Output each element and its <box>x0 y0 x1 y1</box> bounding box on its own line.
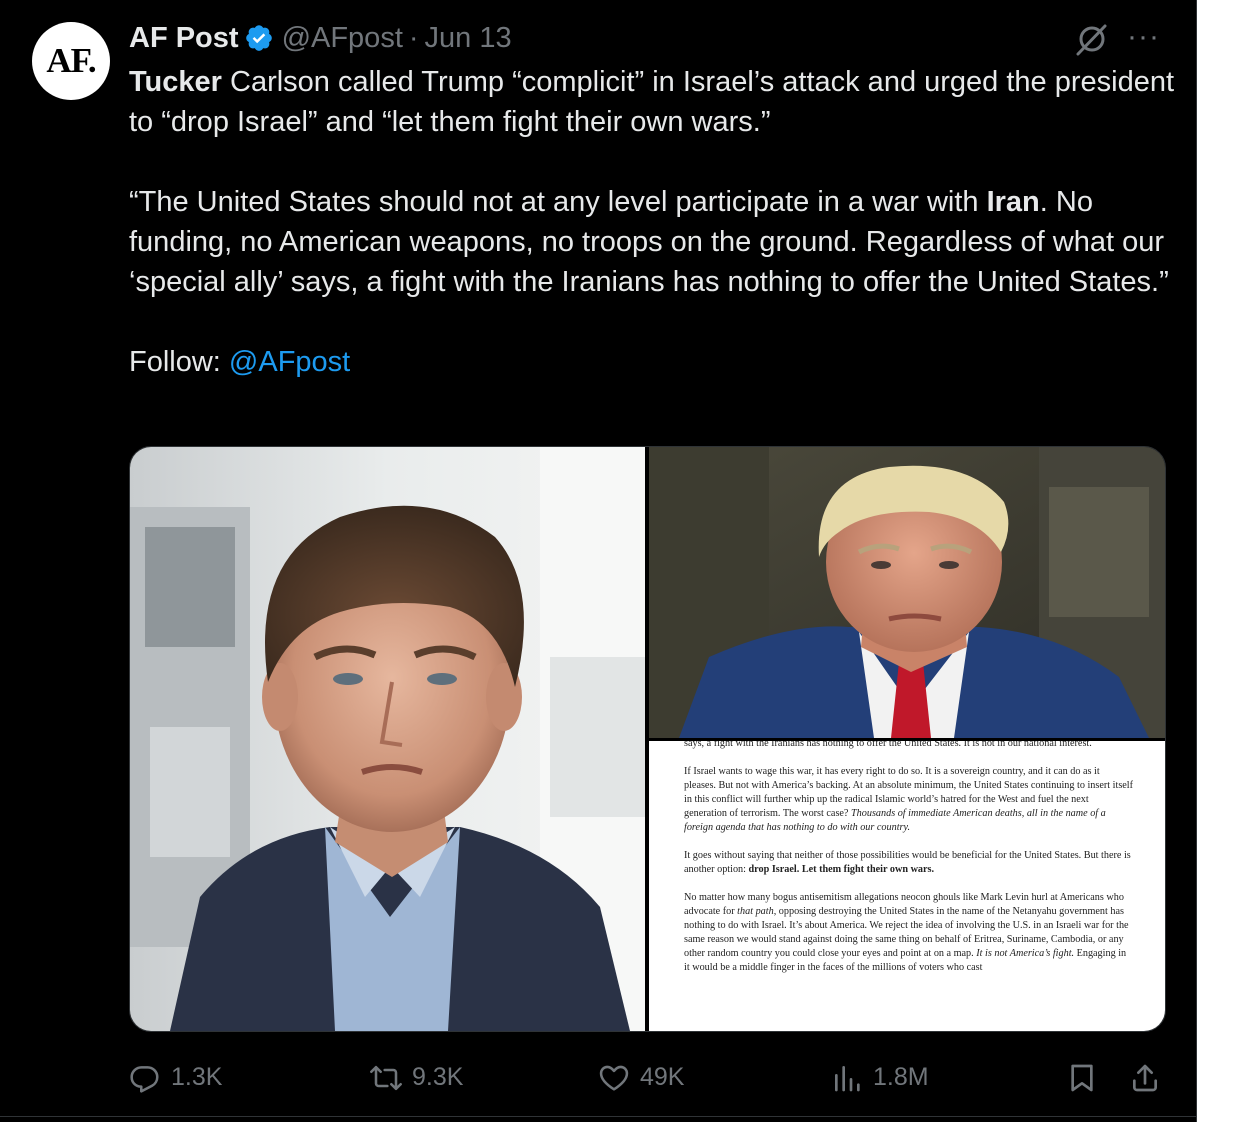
paragraph-2-start: “The United States should not at any lev… <box>129 186 987 218</box>
tweet-header: AF Post @AFpost · Jun 13 <box>129 18 512 58</box>
doc-p4-italic-2: It is not America’s fight. <box>976 948 1075 959</box>
tweet-follow-line: Follow: @AFpost <box>129 342 1179 382</box>
views-button[interactable]: 1.8M <box>831 1055 929 1100</box>
tweet-paragraph-1: Tucker Carlson called Trump “complicit” … <box>129 62 1179 142</box>
doc-paragraph-2: If Israel wants to wage this war, it has… <box>684 765 1134 835</box>
media-grid[interactable]: says, a fight with the Iranians has noth… <box>129 446 1166 1032</box>
bold-word-iran: Iran <box>986 186 1040 218</box>
verified-badge-icon[interactable] <box>244 23 274 53</box>
view-count: 1.8M <box>873 1063 929 1091</box>
doc-paragraph-3-bold: drop Israel. Let them fight their own wa… <box>748 864 935 875</box>
doc-paragraph-3: It goes without saying that neither of t… <box>684 849 1134 877</box>
author-name[interactable]: AF Post <box>129 22 239 55</box>
separator-dot: · <box>408 21 419 54</box>
like-button[interactable]: 49K <box>598 1055 684 1100</box>
follow-label: Follow: <box>129 346 229 378</box>
document-text: says, a fight with the Iranians has noth… <box>684 741 1134 989</box>
repost-button[interactable]: 9.3K <box>370 1055 463 1100</box>
reply-button[interactable]: 1.3K <box>129 1055 222 1100</box>
like-count: 49K <box>640 1063 685 1091</box>
doc-paragraph-1: says, a fight with the Iranians has noth… <box>684 741 1092 749</box>
avatar[interactable]: AF. <box>32 22 110 100</box>
reply-count: 1.3K <box>171 1063 223 1091</box>
bookmark-icon <box>1071 1064 1093 1091</box>
bookmark-button[interactable] <box>1066 1055 1108 1100</box>
right-panel <box>1197 0 1254 1122</box>
repost-count: 9.3K <box>412 1063 464 1091</box>
doc-paragraph-4: No matter how many bogus antisemitism al… <box>684 891 1134 975</box>
author-handle[interactable]: @AFpost <box>282 22 403 55</box>
tweet-date[interactable]: Jun 13 <box>425 22 512 55</box>
like-icon <box>599 1065 629 1091</box>
follow-handle-link[interactable]: @AFpost <box>229 346 350 378</box>
tweet-text: Tucker Carlson called Trump “complicit” … <box>129 62 1179 382</box>
bold-word-tucker: Tucker <box>129 66 222 98</box>
photo-donald-trump[interactable] <box>649 447 1165 738</box>
tweet-paragraph-2: “The United States should not at any lev… <box>129 182 1179 302</box>
doc-p4-italic-1: that path <box>737 906 774 917</box>
document-screenshot[interactable]: says, a fight with the Iranians has noth… <box>649 741 1165 1031</box>
bottom-divider <box>0 1116 1196 1117</box>
tweet-actions: 1.3K 9.3K 49K 1.8M <box>0 1055 1196 1100</box>
repost-icon <box>370 1065 402 1090</box>
avatar-text: AF. <box>46 41 96 80</box>
photo-tucker-carlson[interactable] <box>130 447 645 1031</box>
share-button[interactable] <box>1129 1055 1171 1100</box>
more-icon[interactable]: ··· <box>1127 20 1160 54</box>
reply-icon <box>130 1065 159 1093</box>
grok-icon[interactable] <box>1073 22 1109 58</box>
views-icon <box>835 1065 860 1091</box>
share-icon <box>1133 1064 1157 1091</box>
paragraph-1-text: Carlson called Trump “complicit” in Isra… <box>129 66 1175 138</box>
